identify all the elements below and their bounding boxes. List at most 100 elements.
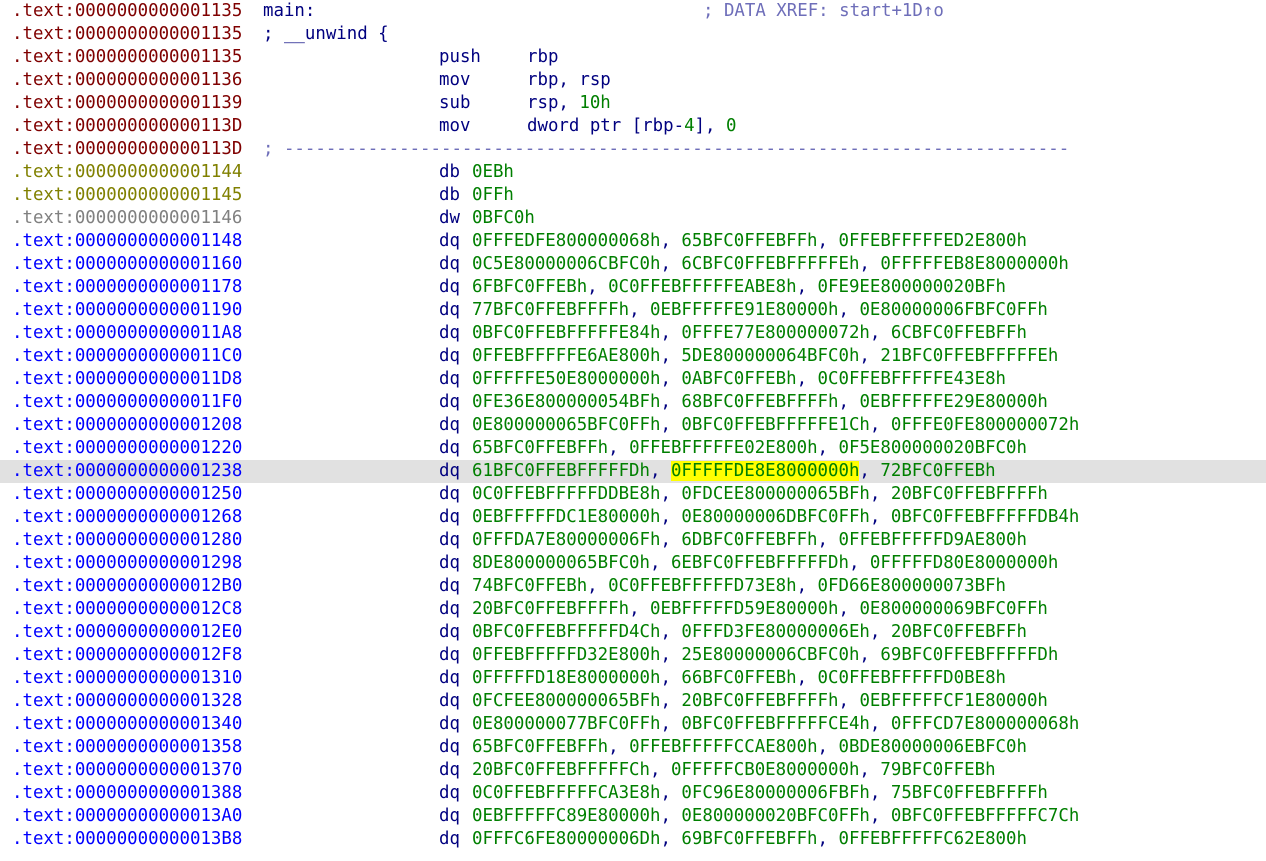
address-label[interactable]: .text:0000000000001220 [12, 437, 242, 460]
qword-value[interactable]: 0FFEBFFFFFD9AE800h [839, 530, 1027, 550]
listing-row[interactable]: .text:0000000000001139 sub rsp, 10h [0, 92, 1266, 115]
operand-text[interactable]: rbp, rsp [527, 70, 611, 90]
qword-value[interactable]: 75BFC0FFEBFFFFh [891, 783, 1048, 803]
qword-value[interactable]: 66BFC0FFEBh [681, 668, 796, 688]
address-label[interactable]: .text:0000000000001280 [12, 529, 242, 552]
qword-value[interactable]: 0C0FFEBFFFFFEABE8h [608, 277, 796, 297]
highlighted-operand[interactable]: 0FFFFFDE8E8000000h [670, 461, 860, 481]
qword-value[interactable]: 20BFC0FFEBFFFFFCh [472, 760, 650, 780]
address-label[interactable]: .text:0000000000001250 [12, 483, 242, 506]
listing-row[interactable]: .text:0000000000001370 dq 20BFC0FFEBFFFFFC… [0, 759, 1266, 782]
address-label[interactable]: .text:00000000000011D8 [12, 368, 242, 391]
address-label[interactable]: .text:0000000000001190 [12, 299, 242, 322]
qword-value[interactable]: 68BFC0FFEBFFFFh [681, 392, 838, 412]
address-label[interactable]: .text:00000000000012B0 [12, 575, 242, 598]
listing-row[interactable]: .text:0000000000001146 dw 0BFC0h [0, 207, 1266, 230]
qword-value[interactable]: 0FFEBFFFFFC62E800h [839, 829, 1027, 849]
listing-row[interactable]: .text:0000000000001135 push rbp [0, 46, 1266, 69]
listing-row[interactable]: .text:0000000000001310 dq 0FFFFFD18E800000… [0, 667, 1266, 690]
listing-row[interactable]: .text:0000000000001160 dq 0C5E80000006CBFC… [0, 253, 1266, 276]
listing-row[interactable]: .text:000000000000113D ; ----------------… [0, 138, 1266, 161]
qword-value[interactable]: 0FE9EE800000020BFh [818, 277, 1006, 297]
address-label[interactable]: .text:0000000000001358 [12, 736, 242, 759]
qword-value[interactable]: 0EBFFFFFCF1E80000h [859, 691, 1047, 711]
qword-value[interactable]: 0FFEBFFFFFD32E800h [472, 645, 660, 665]
qword-value[interactable]: 0BFC0FFEBFFFFFDB4h [891, 507, 1079, 527]
listing-row[interactable]: .text:0000000000001144 db 0EBh [0, 161, 1266, 184]
address-label[interactable]: .text:00000000000012F8 [12, 644, 242, 667]
qword-value[interactable]: 0C0FFEBFFFFFD73E8h [608, 576, 796, 596]
address-label[interactable]: .text:00000000000011F0 [12, 391, 242, 414]
qword-value[interactable]: 65BFC0FFEBFFh [472, 737, 608, 757]
qword-value[interactable]: 74BFC0FFEBh [472, 576, 587, 596]
address-label[interactable]: .text:0000000000001238 [12, 460, 242, 483]
listing-row[interactable]: .text:00000000000012F8 dq 0FFEBFFFFFD32E80… [0, 644, 1266, 667]
listing-row[interactable]: .text:00000000000011A8 dq 0BFC0FFEBFFFFFE8… [0, 322, 1266, 345]
address-label[interactable]: .text:0000000000001135 [12, 46, 242, 69]
qword-value[interactable]: 5DE800000064BFC0h [681, 346, 859, 366]
address-label[interactable]: .text:0000000000001298 [12, 552, 242, 575]
listing-row[interactable]: .text:00000000000013B8 dq 0FFFC6FE80000006… [0, 828, 1266, 851]
qword-value[interactable]: 0BFC0FFEBFFFFFC7Ch [891, 806, 1079, 826]
qword-value[interactable]: 79BFC0FFEBh [880, 760, 995, 780]
qword-value[interactable]: 0FFFD3FE80000006Eh [681, 622, 869, 642]
qword-value[interactable]: 0FCFEE800000065BFh [472, 691, 660, 711]
qword-value[interactable]: 0E80000006FBFC0FFh [859, 300, 1047, 320]
address-label[interactable]: .text:0000000000001370 [12, 759, 242, 782]
qword-value[interactable]: 0FFFDA7E80000006Fh [472, 530, 660, 550]
qword-value[interactable]: 0FFFFFD80E8000000h [870, 553, 1058, 573]
qword-value[interactable]: 21BFC0FFEBFFFFFEh [880, 346, 1058, 366]
qword-value[interactable]: 0FFFEDFE800000068h [472, 231, 660, 251]
address-label[interactable]: .text:00000000000011A8 [12, 322, 242, 345]
address-label[interactable]: .text:00000000000012C8 [12, 598, 242, 621]
address-label[interactable]: .text:0000000000001135 [12, 23, 242, 46]
qword-value[interactable]: 61BFC0FFEBFFFFFDh [472, 461, 650, 481]
function-label[interactable]: main: [263, 0, 315, 23]
qword-value[interactable]: 25E80000006CBFC0h [681, 645, 859, 665]
qword-value[interactable]: 0FFEBFFFFFE02E800h [629, 438, 817, 458]
address-label[interactable]: .text:0000000000001310 [12, 667, 242, 690]
qword-value[interactable]: 0EBFFFFFC89E80000h [472, 806, 660, 826]
operand-text[interactable]: dword ptr [rbp- [527, 116, 684, 136]
address-label[interactable]: .text:00000000000012E0 [12, 621, 242, 644]
qword-value[interactable]: 0FFEBFFFFFED2E800h [839, 231, 1027, 251]
listing-row[interactable]: .text:0000000000001148 dq 0FFFEDFE80000006… [0, 230, 1266, 253]
xref-comment[interactable]: ; DATA XREF: start+1D↑o [703, 0, 944, 23]
qword-value[interactable]: 20BFC0FFEBFFh [891, 622, 1027, 642]
qword-value[interactable]: 0EBFFFFFE29E80000h [859, 392, 1047, 412]
address-label[interactable]: .text:0000000000001136 [12, 69, 242, 92]
address-label[interactable]: .text:0000000000001145 [12, 184, 242, 207]
address-label[interactable]: .text:0000000000001148 [12, 230, 242, 253]
listing-row[interactable]: .text:0000000000001328 dq 0FCFEE800000065B… [0, 690, 1266, 713]
address-label[interactable]: .text:0000000000001135 [12, 0, 242, 23]
address-label[interactable]: .text:0000000000001139 [12, 92, 242, 115]
qword-value[interactable]: 0FFFC6FE80000006Dh [472, 829, 660, 849]
qword-value[interactable]: 69BFC0FFEBFFh [681, 829, 817, 849]
qword-value[interactable]: 0E800000065BFC0FFh [472, 415, 660, 435]
qword-value[interactable]: 0F5E800000020BFC0h [839, 438, 1027, 458]
listing-row[interactable]: .text:0000000000001135 main: ; DATA XREF: … [0, 0, 1266, 23]
listing-row[interactable]: .text:00000000000013A0 dq 0EBFFFFFC89E8000… [0, 805, 1266, 828]
listing-row[interactable]: .text:00000000000012E0 dq 0BFC0FFEBFFFFFD4… [0, 621, 1266, 644]
qword-value[interactable]: 0C0FFEBFFFFFDDBE8h [472, 484, 660, 504]
qword-value[interactable]: 0C0FFEBFFFFFD0BE8h [818, 668, 1006, 688]
listing-row[interactable]: .text:0000000000001280 dq 0FFFDA7E80000006… [0, 529, 1266, 552]
qword-value[interactable]: 69BFC0FFEBFFFFFDh [880, 645, 1058, 665]
qword-value[interactable]: 6EBFC0FFEBFFFFFDh [671, 553, 849, 573]
qword-value[interactable]: 0E80000006DBFC0FFh [681, 507, 869, 527]
qword-value[interactable]: 0FFEBFFFFFE6AE800h [472, 346, 660, 366]
listing-row[interactable]: .text:00000000000012C8 dq 20BFC0FFEBFFFFh,… [0, 598, 1266, 621]
qword-value[interactable]: 8DE800000065BFC0h [472, 553, 650, 573]
listing-row[interactable]: .text:0000000000001220 dq 65BFC0FFEBFFh, 0… [0, 437, 1266, 460]
address-label[interactable]: .text:0000000000001340 [12, 713, 242, 736]
disassembly-listing[interactable]: .text:0000000000001135 main: ; DATA XREF: … [0, 0, 1266, 861]
listing-row[interactable]: .text:0000000000001340 dq 0E800000077BFC0F… [0, 713, 1266, 736]
listing-row[interactable]: .text:0000000000001178 dq 6FBFC0FFEBh, 0C0… [0, 276, 1266, 299]
listing-row[interactable]: .text:0000000000001298 dq 8DE800000065BFC0… [0, 552, 1266, 575]
operand-text[interactable]: rsp, [527, 93, 579, 113]
listing-row[interactable]: .text:0000000000001136 mov rbp, rsp [0, 69, 1266, 92]
qword-value[interactable]: 77BFC0FFEBFFFFh [472, 300, 629, 320]
listing-row[interactable]: .text:0000000000001190 dq 77BFC0FFEBFFFFh,… [0, 299, 1266, 322]
operand-text[interactable]: ], [695, 116, 726, 136]
qword-value[interactable]: 0EBFFFFFD59E80000h [650, 599, 838, 619]
